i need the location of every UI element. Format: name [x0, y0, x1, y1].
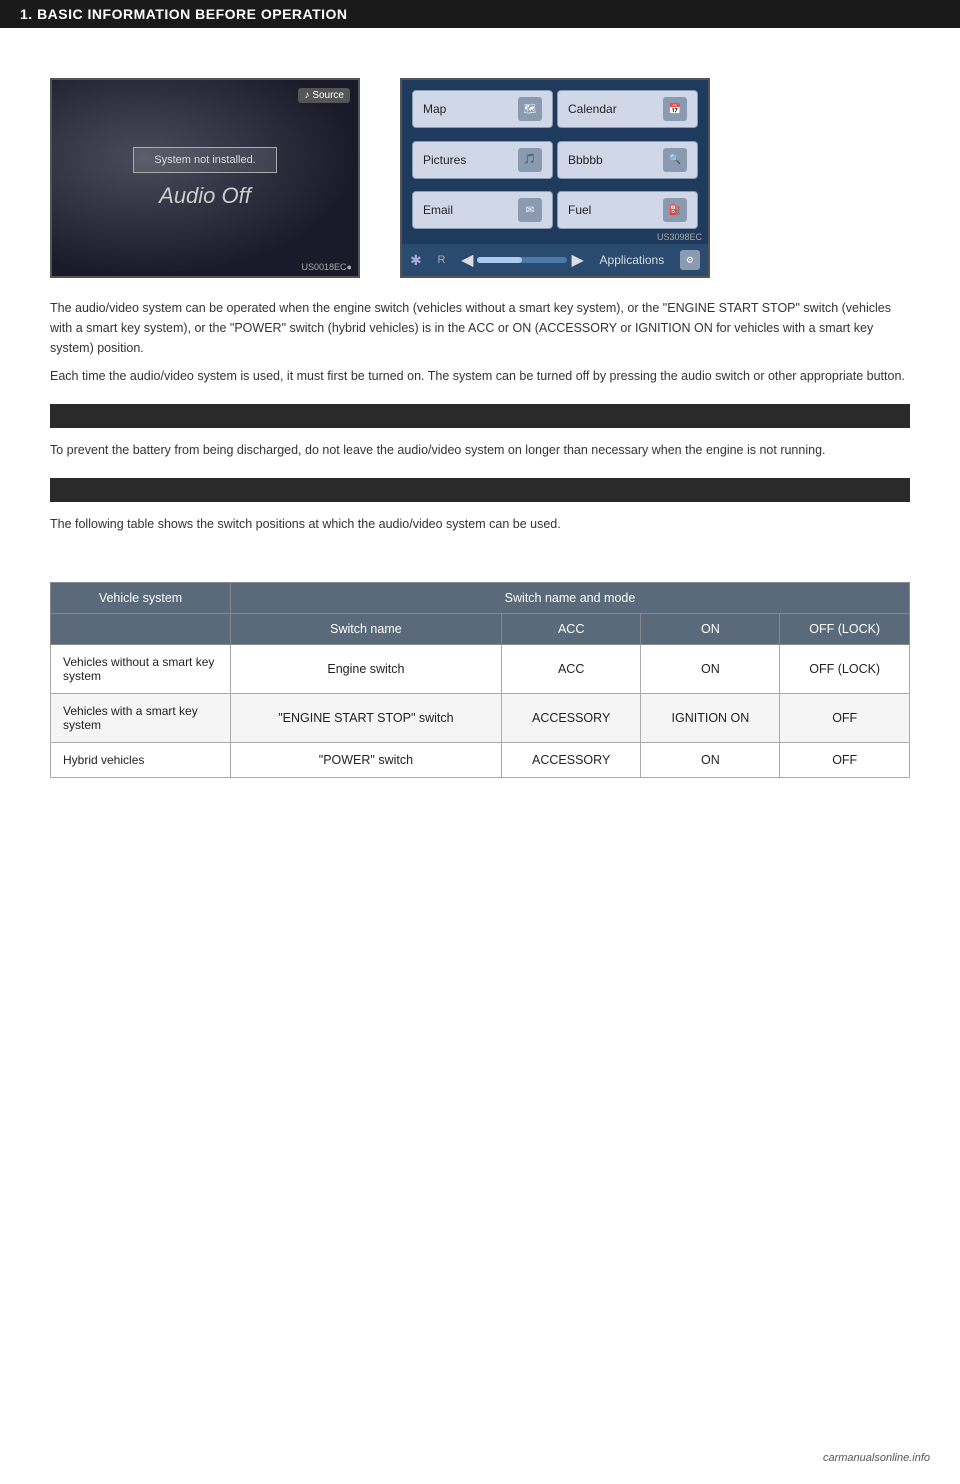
- vehicle-system-smart: Vehicles with a smart key system: [51, 694, 231, 743]
- signal-icon: R: [437, 254, 445, 266]
- slider-bar: ◀ ▶: [461, 250, 584, 270]
- app-map[interactable]: Map 🗺: [412, 90, 553, 128]
- intro-paragraph-2: Each time the audio/video system is used…: [50, 366, 910, 386]
- email-label: Email: [423, 203, 453, 217]
- main-content: ♪ Source System not installed. Audio Off…: [0, 28, 960, 818]
- app-email[interactable]: Email ✉: [412, 191, 553, 229]
- screen-code-left: US0018EC●: [302, 262, 352, 272]
- apps-bottom-bar: ✱ R ◀ ▶ Applications ⚙: [402, 244, 708, 276]
- email-icon: ✉: [518, 198, 542, 222]
- table-subheader-off: OFF (LOCK): [780, 614, 910, 645]
- map-icon: 🗺: [518, 97, 542, 121]
- map-label: Map: [423, 102, 446, 116]
- app-bbbbb[interactable]: Bbbbb 🔍: [557, 141, 698, 179]
- mode-acc-1: ACCESSORY: [501, 694, 641, 743]
- calendar-label: Calendar: [568, 102, 617, 116]
- calendar-icon: 📅: [663, 97, 687, 121]
- screen-audio-off: ♪ Source System not installed. Audio Off…: [50, 78, 360, 278]
- app-pictures[interactable]: Pictures 🎵: [412, 141, 553, 179]
- bbbbb-label: Bbbbb: [568, 153, 603, 167]
- table-header-vehicle-system: Vehicle system: [51, 583, 231, 614]
- app-calendar[interactable]: Calendar 📅: [557, 90, 698, 128]
- table-row: Vehicles without a smart key system Engi…: [51, 645, 910, 694]
- app-fuel[interactable]: Fuel ⛽: [557, 191, 698, 229]
- slider-fill: [477, 257, 522, 263]
- table-row: Hybrid vehicles "POWER" switch ACCESSORY…: [51, 743, 910, 778]
- screen-code-right: US3098EC: [657, 232, 702, 242]
- fuel-icon: ⛽: [663, 198, 687, 222]
- table-subheader-on: ON: [641, 614, 780, 645]
- slider-track[interactable]: [477, 257, 567, 263]
- mode-off-2: OFF: [780, 743, 910, 778]
- arrow-left-icon[interactable]: ◀: [461, 250, 473, 270]
- page-header: 1. BASIC INFORMATION BEFORE OPERATION: [0, 0, 960, 28]
- fuel-label: Fuel: [568, 203, 591, 217]
- audio-off-label: Audio Off: [159, 183, 251, 209]
- intro-paragraph-1: The audio/video system can be operated w…: [50, 298, 910, 358]
- table-subheader-vehicle: [51, 614, 231, 645]
- mode-on-0: ON: [641, 645, 780, 694]
- section1-paragraph: To prevent the battery from being discha…: [50, 440, 910, 460]
- switch-name-engine: Engine switch: [231, 645, 502, 694]
- switch-mode-table: Vehicle system Switch name and mode Swit…: [50, 582, 910, 778]
- mode-on-1: IGNITION ON: [641, 694, 780, 743]
- mode-acc-2: ACCESSORY: [501, 743, 641, 778]
- footer-logo: carmanualsonline.info: [823, 1452, 930, 1464]
- source-label: Source: [312, 90, 344, 101]
- page-title: 1. BASIC INFORMATION BEFORE OPERATION: [20, 6, 348, 22]
- source-button[interactable]: ♪ Source: [298, 88, 350, 103]
- switch-name-start-stop: "ENGINE START STOP" switch: [231, 694, 502, 743]
- arrow-right-icon[interactable]: ▶: [571, 250, 583, 270]
- section-bar-2: [50, 478, 910, 502]
- table-row: Vehicles with a smart key system "ENGINE…: [51, 694, 910, 743]
- table-subheader-switch-name: Switch name: [231, 614, 502, 645]
- section-bar-1: [50, 404, 910, 428]
- applications-label: Applications: [600, 253, 665, 267]
- screen-applications: Map 🗺 Calendar 📅 Pictures 🎵 Bbbbb 🔍 Emai…: [400, 78, 710, 278]
- switch-name-power: "POWER" switch: [231, 743, 502, 778]
- mode-acc-0: ACC: [501, 645, 641, 694]
- table-subheader-acc: ACC: [501, 614, 641, 645]
- section2-paragraph-1: The following table shows the switch pos…: [50, 514, 910, 534]
- section2-paragraph-2: [50, 542, 910, 562]
- settings-icon[interactable]: ⚙: [680, 250, 700, 270]
- vehicle-system-no-smart: Vehicles without a smart key system: [51, 645, 231, 694]
- mode-off-0: OFF (LOCK): [780, 645, 910, 694]
- system-not-installed-label: System not installed.: [133, 147, 277, 173]
- bluetooth-icon: ✱: [410, 252, 422, 269]
- pictures-icon: 🎵: [518, 148, 542, 172]
- vehicle-system-hybrid: Hybrid vehicles: [51, 743, 231, 778]
- pictures-label: Pictures: [423, 153, 466, 167]
- mode-off-1: OFF: [780, 694, 910, 743]
- music-note-icon: ♪: [304, 90, 309, 101]
- screenshots-row: ♪ Source System not installed. Audio Off…: [50, 78, 910, 278]
- bbbbb-icon: 🔍: [663, 148, 687, 172]
- mode-on-2: ON: [641, 743, 780, 778]
- table-header-switch-mode: Switch name and mode: [231, 583, 910, 614]
